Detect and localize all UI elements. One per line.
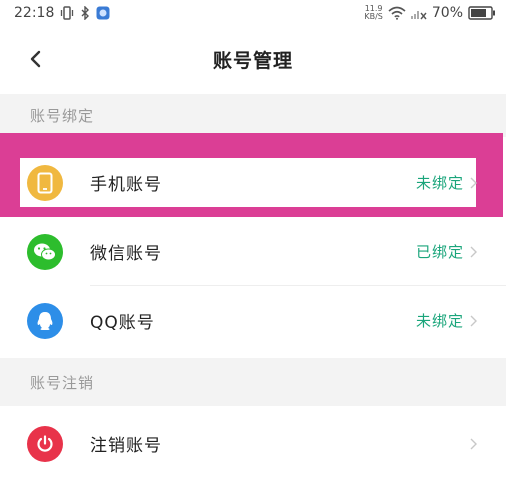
network-speed: 11.9 KB/S [364, 5, 383, 21]
highlight-row-background [20, 158, 476, 207]
chevron-right-icon [468, 437, 478, 451]
binding-status: 未绑定 [415, 174, 464, 192]
chevron-right-icon [468, 176, 478, 190]
network-speed-unit: KB/S [364, 12, 383, 21]
vibrate-icon [60, 6, 74, 20]
back-button[interactable] [20, 44, 50, 74]
wifi-icon [388, 6, 406, 20]
status-bar: 22:18 11.9 KB/S 70% [0, 0, 506, 26]
chevron-right-icon [468, 245, 478, 259]
row-label: 注销账号 [90, 436, 162, 456]
battery-percentage: 70% [431, 5, 463, 21]
status-bar-left: 22:18 [14, 5, 110, 21]
qq-icon [27, 302, 63, 339]
section-title-cancel: 账号注销 [30, 373, 95, 392]
account-management-screen: 22:18 11.9 KB/S 70% 账号管理 账号绑定 手机账号 未绑定 微… [0, 0, 506, 478]
phone-icon [27, 164, 63, 201]
wechat-icon [27, 233, 63, 270]
list-item-wechat-account[interactable]: 微信账号 已绑定 [0, 217, 506, 286]
chevron-left-icon [30, 50, 41, 68]
section-title-binding: 账号绑定 [30, 107, 95, 125]
row-label: 手机账号 [90, 175, 162, 195]
section-header-cancel: 账号注销 [0, 358, 506, 406]
list-item-cancel-account[interactable]: 注销账号 [0, 409, 506, 478]
binding-status: 已绑定 [415, 243, 464, 261]
app-notification-icon [96, 6, 110, 20]
section-header-binding: 账号绑定 [0, 94, 506, 137]
binding-status: 未绑定 [415, 312, 464, 330]
chevron-right-icon [468, 314, 478, 328]
status-time: 22:18 [14, 5, 55, 21]
signal-no-service-icon [410, 6, 427, 20]
power-icon [27, 425, 63, 462]
list-item-qq-account[interactable]: QQ账号 未绑定 [0, 286, 506, 355]
battery-icon [468, 6, 496, 20]
bluetooth-icon [80, 6, 90, 20]
header: 账号管理 [0, 34, 506, 84]
page-title: 账号管理 [212, 49, 293, 72]
status-bar-right: 11.9 KB/S 70% [364, 5, 496, 21]
row-label: QQ账号 [90, 313, 155, 333]
list-item-phone-account[interactable]: 手机账号 未绑定 [0, 149, 506, 216]
row-label: 微信账号 [90, 244, 162, 264]
